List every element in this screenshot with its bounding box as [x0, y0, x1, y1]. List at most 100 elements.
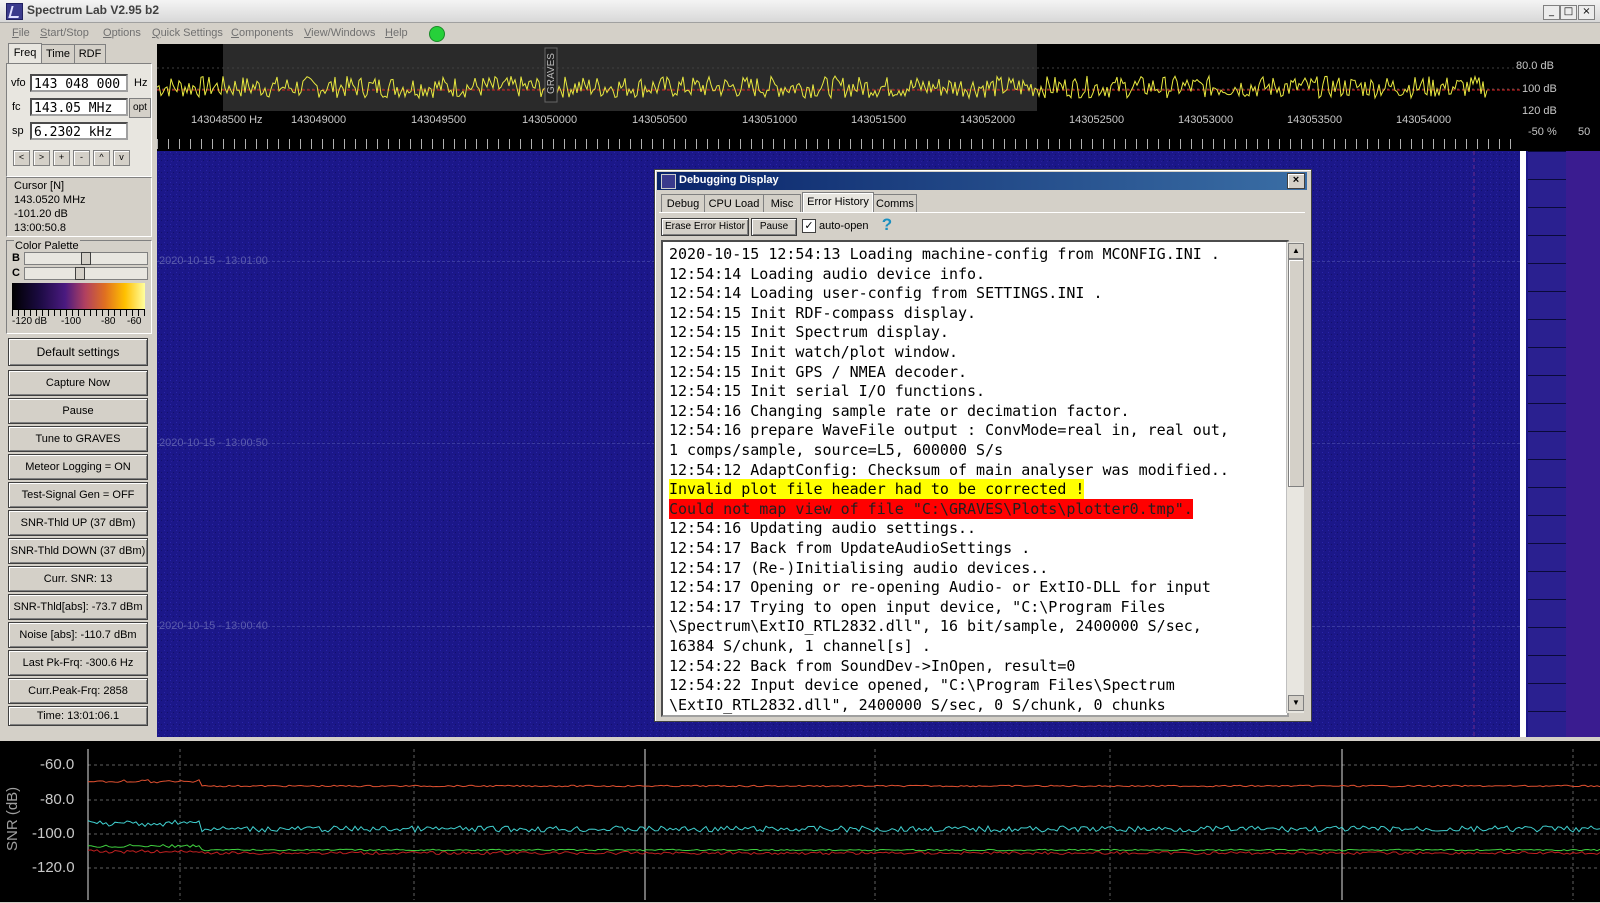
waterfall-timestamp: 2020-10-15 - 13:01:00: [159, 255, 268, 267]
window-title: Spectrum Lab V2.95 b2: [27, 3, 160, 17]
plot-ylabel: SNR (dB): [4, 786, 21, 851]
app-icon[interactable]: [6, 3, 23, 20]
freq-tick: 143048500 Hz: [191, 114, 263, 126]
time-button[interactable]: Time: 13:01:06.1: [8, 706, 148, 726]
menu-components[interactable]: Components: [231, 27, 293, 39]
contrast-slider-thumb[interactable]: [75, 267, 86, 280]
log-line: Invalid plot file header had to be corre…: [669, 479, 1085, 500]
brightness-slider-thumb[interactable]: [81, 252, 91, 265]
menu-help[interactable]: Help: [385, 27, 408, 39]
run-indicator-icon[interactable]: [429, 26, 445, 42]
cursor-title: Cursor [N]: [14, 180, 65, 192]
palette-scale-80: -80: [101, 316, 116, 327]
log-line: 12:54:15 Init watch/plot window.: [669, 343, 958, 361]
plot-grid: [88, 749, 1600, 900]
frequency-axis[interactable]: 143048500 Hz 143049000 143049500 1430500…: [157, 111, 1520, 151]
spectrum-display[interactable]: GRAVES: [156, 44, 1520, 111]
error-history-log[interactable]: 2020-10-15 12:54:13 Loading machine-conf…: [661, 240, 1289, 717]
sp-input[interactable]: 6.2302 kHz: [30, 122, 128, 140]
maximize-button[interactable]: □: [1560, 5, 1577, 20]
last-peak-freq-button[interactable]: Last Pk-Frq: -300.6 Hz: [8, 650, 148, 676]
nav-up-button[interactable]: ^: [93, 150, 110, 166]
menu-bar: File Start/Stop Options Quick Settings C…: [0, 23, 1600, 43]
tab-time[interactable]: Time: [41, 44, 75, 63]
graves-marker-label: GRAVES: [546, 53, 557, 94]
curr-snr-button[interactable]: Curr. SNR: 13: [8, 566, 148, 592]
dialog-close-button[interactable]: ×: [1287, 173, 1305, 189]
tab-rdf[interactable]: RDF: [74, 44, 106, 63]
vfo-label: vfo: [11, 77, 26, 89]
tab-debug[interactable]: Debug: [661, 194, 705, 213]
log-line: 12:54:17 (Re-)Initialising audio devices…: [669, 558, 1049, 577]
nav-right-button[interactable]: >: [33, 150, 50, 166]
plot-ytick: -120.0: [32, 859, 75, 876]
dialog-title-bar[interactable]: Debugging Display ×: [657, 172, 1307, 190]
log-line: 12:54:15 Init serial I/O functions.: [669, 382, 986, 401]
quick-buttons: Default settings Capture Now Pause Tune …: [4, 338, 152, 726]
freq-tick: 143051500: [851, 114, 907, 126]
scroll-up-button[interactable]: ▲: [1288, 243, 1304, 259]
palette-gradient[interactable]: [12, 283, 145, 309]
nav-minus-button[interactable]: -: [73, 150, 90, 166]
freq-tick-marks: [157, 139, 1520, 149]
close-button[interactable]: ×: [1578, 5, 1595, 20]
menu-start-stop[interactable]: Start/Stop: [40, 27, 89, 39]
log-line: 12:54:22 Back from SoundDev->InOpen, res…: [669, 656, 1076, 675]
snr-plot[interactable]: SNR (dB) -60.0 -80.0 -100.0 -120.0: [0, 739, 1600, 902]
menu-view-windows[interactable]: View/Windows: [304, 27, 375, 39]
help-icon[interactable]: ?: [879, 216, 895, 234]
default-settings-button[interactable]: Default settings: [8, 338, 148, 366]
log-scrollbar[interactable]: ▲ ▼: [1286, 242, 1304, 713]
curr-peak-freq-button[interactable]: Curr.Peak-Frq: 2858: [8, 678, 148, 704]
nav-left-button[interactable]: <: [13, 150, 30, 166]
contrast-slider[interactable]: [24, 267, 148, 280]
nav-plus-button[interactable]: +: [53, 150, 70, 166]
opt-button[interactable]: opt: [129, 98, 151, 118]
log-line: 12:54:15 Init GPS / NMEA decoder.: [669, 362, 968, 381]
minimize-button[interactable]: _: [1543, 5, 1560, 20]
plot-series-mid: [87, 819, 1600, 834]
snr-thld-down-button[interactable]: SNR-Thld DOWN (37 dBm): [8, 538, 148, 564]
brightness-label: B: [12, 252, 20, 264]
fc-input[interactable]: 143.05 MHz: [30, 98, 128, 116]
level-strip-fill: [1566, 151, 1600, 737]
plot-series-low: [87, 843, 1600, 852]
freq-tick: 143052000: [960, 114, 1016, 126]
tab-cpu-load[interactable]: CPU Load: [704, 194, 764, 213]
palette-scale-60: -60: [127, 316, 142, 327]
checkmark-icon: ✓: [804, 220, 814, 232]
level-strip: [1520, 151, 1600, 737]
test-signal-gen-button[interactable]: Test-Signal Gen = OFF: [8, 482, 148, 508]
erase-error-history-button[interactable]: Erase Error Histor: [661, 218, 749, 236]
snr-thld-up-button[interactable]: SNR-Thld UP (37 dBm): [8, 510, 148, 536]
nav-down-button[interactable]: v: [113, 150, 130, 166]
freq-tick: 143050500: [632, 114, 688, 126]
tab-error-history[interactable]: Error History: [802, 192, 874, 213]
snr-thld-abs-button[interactable]: SNR-Thld[abs]: -73.7 dBm: [8, 594, 148, 620]
tune-to-graves-button[interactable]: Tune to GRAVES: [8, 426, 148, 452]
menu-quick-settings[interactable]: Quick Settings: [152, 27, 223, 39]
log-line: 12:54:16 Changing sample rate or decimat…: [669, 401, 1130, 420]
tab-comms[interactable]: Comms: [873, 194, 917, 213]
tab-freq[interactable]: Freq: [8, 43, 42, 64]
capture-now-button[interactable]: Capture Now: [8, 370, 148, 396]
db-label-80: 80.0 dB: [1516, 60, 1554, 72]
noise-abs-button[interactable]: Noise [abs]: -110.7 dBm: [8, 622, 148, 648]
pause-button[interactable]: Pause: [8, 398, 148, 424]
freq-tick: 143051000: [742, 114, 798, 126]
menu-file[interactable]: File: [12, 27, 30, 39]
db-label-120: 120 dB: [1522, 105, 1557, 117]
contrast-label: C: [12, 267, 20, 279]
menu-options[interactable]: Options: [103, 27, 141, 39]
log-line: Could not map view of file "C:\GRAVES\Pl…: [669, 498, 1193, 519]
brightness-slider[interactable]: [24, 252, 148, 265]
tab-misc[interactable]: Misc: [763, 194, 801, 213]
auto-open-checkbox[interactable]: ✓: [802, 219, 816, 233]
log-line: 12:54:17 Opening or re-opening Audio- or…: [669, 578, 1211, 597]
meteor-logging-button[interactable]: Meteor Logging = ON: [8, 454, 148, 480]
vfo-input[interactable]: 143 048 000: [30, 74, 128, 92]
freq-tick: 143054000: [1396, 114, 1452, 126]
scroll-thumb[interactable]: [1288, 259, 1304, 487]
scroll-down-button[interactable]: ▼: [1288, 695, 1304, 711]
dialog-pause-button[interactable]: Pause: [751, 218, 797, 236]
